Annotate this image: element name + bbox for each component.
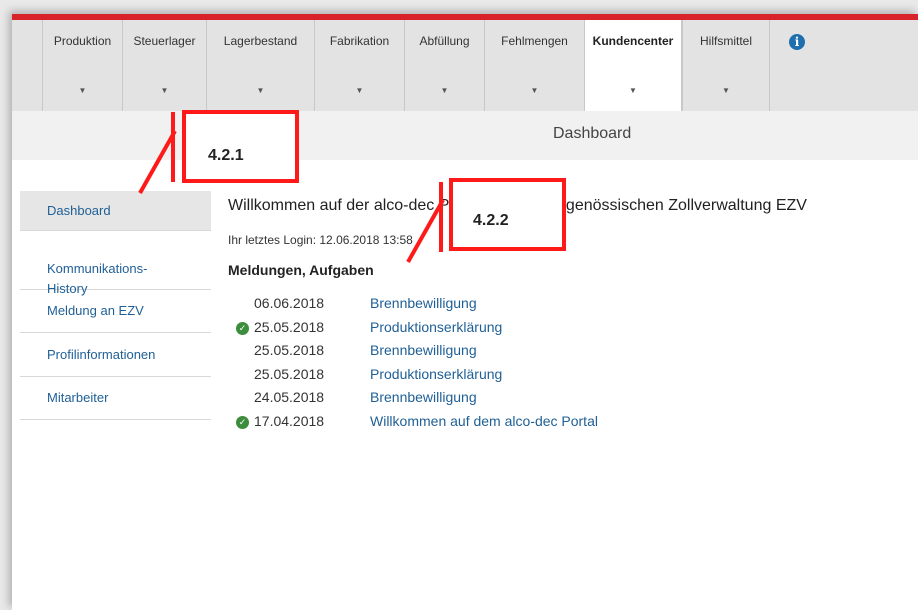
sidebar-item-profilinformationen[interactable]: Profilinformationen — [20, 333, 211, 377]
nav-label: Produktion — [53, 34, 112, 48]
task-row: ✓ 25.05.2018 Produktionserklärung — [228, 319, 748, 343]
nav-kundencenter[interactable]: Kundencenter ▼ — [584, 20, 682, 111]
sidebar-item-label: Dashboard — [47, 203, 111, 218]
annotation-label: 4.2.2 — [473, 212, 509, 229]
page-title: Dashboard — [553, 125, 632, 142]
sidebar-item-kommunikations-history[interactable]: Kommunikations- History — [20, 231, 211, 296]
nav-fehlmengen[interactable]: Fehlmengen ▼ — [484, 20, 584, 111]
task-link[interactable]: Brennbewilligung — [370, 295, 477, 311]
task-link[interactable]: Produktionserklärung — [370, 366, 502, 382]
nav-abfuellung[interactable]: Abfüllung ▼ — [404, 20, 484, 111]
top-navigation: Produktion ▼ Steuerlager ▼ Lagerbestand … — [12, 14, 918, 111]
chevron-down-icon: ▼ — [78, 86, 87, 95]
task-row: 25.05.2018 Produktionserklärung — [228, 366, 748, 390]
nav-lagerbestand[interactable]: Lagerbestand ▼ — [206, 20, 314, 111]
chevron-down-icon: ▼ — [530, 86, 539, 95]
task-date: 17.04.2018 — [254, 412, 325, 429]
chevron-down-icon: ▼ — [256, 86, 265, 95]
chevron-down-icon: ▼ — [722, 86, 730, 95]
sidebar-item-label: Profilinformationen — [47, 347, 156, 362]
nav-label: Abfüllung — [419, 34, 470, 48]
task-link[interactable]: Produktionserklärung — [370, 319, 502, 335]
check-circle-icon: ✓ — [236, 415, 249, 429]
task-link[interactable]: Willkommen auf dem alco-dec Portal — [370, 413, 598, 429]
nav-label: Steuerlager — [133, 34, 196, 48]
task-link[interactable]: Brennbewilligung — [370, 342, 477, 358]
app-window: Produktion ▼ Steuerlager ▼ Lagerbestand … — [12, 14, 918, 610]
annotation-box-4-2-1: 4.2.1 — [182, 110, 299, 183]
task-list: 06.06.2018 Brennbewilligung ✓ 25.05.2018… — [228, 295, 748, 437]
chevron-down-icon: ▼ — [629, 86, 637, 95]
nav-hilfsmittel[interactable]: Hilfsmittel ▼ — [682, 20, 770, 111]
check-circle-icon: ✓ — [236, 321, 249, 335]
annotation-box-4-2-2: 4.2.2 — [449, 178, 566, 251]
sidebar-item-label: Mitarbeiter — [47, 390, 109, 405]
title-bar: Dashboard — [12, 111, 918, 160]
task-date: 25.05.2018 — [254, 342, 325, 359]
nav-fabrikation[interactable]: Fabrikation ▼ — [314, 20, 404, 111]
last-login-text: Ihr letztes Login: 12.06.2018 13:58 — [228, 233, 413, 247]
nav-label: Fehlmengen — [501, 34, 568, 48]
task-row: 25.05.2018 Brennbewilligung — [228, 342, 748, 366]
task-row: ✓ 17.04.2018 Willkommen auf dem alco-dec… — [228, 413, 748, 437]
nav-produktion[interactable]: Produktion ▼ — [42, 20, 122, 111]
task-row: 24.05.2018 Brennbewilligung — [228, 389, 748, 413]
sidebar-item-label: Meldung an EZV — [47, 303, 144, 318]
nav-label: Fabrikation — [329, 34, 390, 48]
sidebar: Dashboard Kommunikations- History Meldun… — [20, 191, 211, 420]
task-date: 06.06.2018 — [254, 295, 325, 311]
chevron-down-icon: ▼ — [440, 86, 449, 95]
task-link[interactable]: Brennbewilligung — [370, 389, 477, 405]
task-date: 24.05.2018 — [254, 389, 325, 406]
annotation-label: 4.2.1 — [208, 147, 244, 164]
nav-label: Hilfsmittel — [699, 34, 752, 48]
chevron-down-icon: ▼ — [355, 86, 364, 95]
info-icon[interactable]: i — [789, 34, 805, 50]
nav-steuerlager[interactable]: Steuerlager ▼ — [122, 20, 206, 111]
chevron-down-icon: ▼ — [160, 86, 169, 95]
task-date: 25.05.2018 — [254, 318, 325, 335]
task-date: 25.05.2018 — [254, 365, 325, 382]
task-row: 06.06.2018 Brennbewilligung — [228, 295, 748, 319]
sidebar-item-dashboard[interactable]: Dashboard — [20, 191, 211, 231]
tasks-heading: Meldungen, Aufgaben — [228, 262, 374, 278]
nav-label: Lagerbestand — [223, 34, 298, 48]
sidebar-item-mitarbeiter[interactable]: Mitarbeiter — [20, 377, 211, 420]
nav-label: Kundencenter — [592, 34, 674, 48]
